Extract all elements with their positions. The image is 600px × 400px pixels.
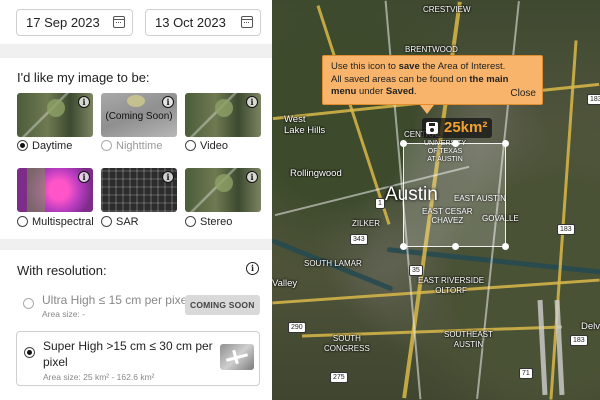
end-date-value: 13 Oct 2023 <box>155 15 226 30</box>
map-label: SOUTH LAMAR <box>304 259 362 268</box>
save-icon[interactable] <box>426 122 438 134</box>
calendar-icon[interactable] <box>113 16 125 28</box>
resize-handle[interactable] <box>452 243 459 250</box>
info-icon[interactable]: i <box>246 262 259 275</box>
radio-multispectral[interactable] <box>17 216 28 227</box>
map-label: West Lake Hills <box>284 114 326 136</box>
info-icon[interactable]: i <box>246 96 258 108</box>
label-sar: SAR <box>116 216 139 228</box>
ultra-high-area: Area size: - <box>42 309 85 319</box>
map-label: BRENTWOOD <box>405 45 458 54</box>
imagery-type-title: I'd like my image to be: <box>17 70 150 85</box>
info-icon[interactable]: i <box>162 96 174 108</box>
resolution-card: With resolution: i Ultra High ≤ 15 cm pe… <box>0 250 272 400</box>
tile-daytime[interactable]: i <box>17 93 93 137</box>
coming-soon-badge: COMING SOON <box>185 295 260 315</box>
resize-handle[interactable] <box>502 140 509 147</box>
label-stereo: Stereo <box>200 216 233 228</box>
runway <box>537 299 548 396</box>
resolution-option-ultra-high: Ultra High ≤ 15 cm per pixel Area size: … <box>16 286 260 324</box>
map-label: CRESTVIEW <box>423 5 471 14</box>
highway-shield: 1 <box>375 198 385 209</box>
info-icon[interactable]: i <box>78 96 90 108</box>
super-high-title: Super High >15 cm ≤ 30 cm per pixel <box>43 339 213 369</box>
end-date-field[interactable]: 13 Oct 2023 <box>145 9 261 36</box>
imagery-type-card: I'd like my image to be: i i (Coming Soo… <box>0 58 272 239</box>
tile-nighttime: i (Coming Soon) <box>101 93 177 137</box>
tile-multispectral[interactable]: i <box>17 168 93 212</box>
coming-soon-overlay: (Coming Soon) <box>105 111 173 122</box>
order-panel: 17 Sep 2023 13 Oct 2023 I'd like my imag… <box>0 0 272 400</box>
airplane-thumbnail <box>220 344 254 370</box>
highway-shield: 183 <box>570 335 588 346</box>
map-label: Valley <box>272 278 298 289</box>
highway-shield: 290 <box>288 322 306 333</box>
highway-shield: 183 <box>587 94 600 105</box>
tile-stereo[interactable]: i <box>185 168 261 212</box>
highway-shield: 275 <box>330 372 348 383</box>
calendar-icon[interactable] <box>241 16 253 28</box>
radio-daytime[interactable] <box>17 140 28 151</box>
radio-ultra-high <box>23 298 34 309</box>
label-daytime: Daytime <box>32 140 73 152</box>
area-of-interest-box[interactable] <box>400 140 509 250</box>
map-label: ZILKER <box>352 219 381 228</box>
radio-sar[interactable] <box>101 216 112 227</box>
map-label: Delv <box>581 321 600 332</box>
tooltip-line-2: All saved areas can be found on the main <box>331 73 509 85</box>
highway-shield: 35 <box>409 265 423 276</box>
resize-handle[interactable] <box>400 140 407 147</box>
highway-shield: 343 <box>350 234 368 245</box>
tile-video[interactable]: i <box>185 93 261 137</box>
runway <box>554 299 565 396</box>
info-icon[interactable]: i <box>162 171 174 183</box>
save-aoi-tooltip: Use this icon to save the Area of Intere… <box>322 55 543 105</box>
resolution-title: With resolution: <box>17 263 107 278</box>
resize-handle[interactable] <box>452 140 459 147</box>
resolution-option-super-high[interactable]: Super High >15 cm ≤ 30 cm per pixel Area… <box>16 331 260 386</box>
tile-sar[interactable]: i <box>101 168 177 212</box>
satellite-map[interactable]: CRESTVIEW BRENTWOOD West Lake Hills CENT… <box>272 0 600 400</box>
resize-handle[interactable] <box>400 243 407 250</box>
highway <box>316 5 391 225</box>
area-chip: 25km² <box>422 118 492 138</box>
info-icon[interactable]: i <box>78 171 90 183</box>
date-range-row: 17 Sep 2023 13 Oct 2023 <box>0 0 272 44</box>
area-size-readout: 25km² <box>444 119 488 136</box>
super-high-area: Area size: 25 km² - 162.6 km² <box>43 372 155 382</box>
highway-shield: 183 <box>557 224 575 235</box>
info-icon[interactable]: i <box>246 171 258 183</box>
tooltip-line-1: Use this icon to save the Area of Intere… <box>331 61 506 72</box>
label-nighttime: Nighttime <box>116 140 163 152</box>
map-label: EAST RIVERSIDE OLTORF <box>418 276 485 295</box>
label-video: Video <box>200 140 228 152</box>
radio-nighttime <box>101 140 112 151</box>
map-label: SOUTH CONGRESS <box>324 334 370 353</box>
map-label: SOUTHEAST AUSTIN <box>444 330 493 349</box>
tooltip-line-3: menu under Saved. <box>331 86 417 97</box>
ultra-high-title: Ultra High ≤ 15 cm per pixel <box>42 293 190 307</box>
start-date-value: 17 Sep 2023 <box>26 15 100 30</box>
tooltip-arrow <box>420 105 434 114</box>
tooltip-close-button[interactable]: Close <box>510 88 536 101</box>
label-multispectral: Multispectral <box>32 216 94 228</box>
radio-super-high[interactable] <box>24 347 35 358</box>
highway-shield: 71 <box>519 368 533 379</box>
start-date-field[interactable]: 17 Sep 2023 <box>16 9 133 36</box>
resize-handle[interactable] <box>502 243 509 250</box>
radio-video[interactable] <box>185 140 196 151</box>
radio-stereo[interactable] <box>185 216 196 227</box>
map-label: Rollingwood <box>290 168 342 179</box>
